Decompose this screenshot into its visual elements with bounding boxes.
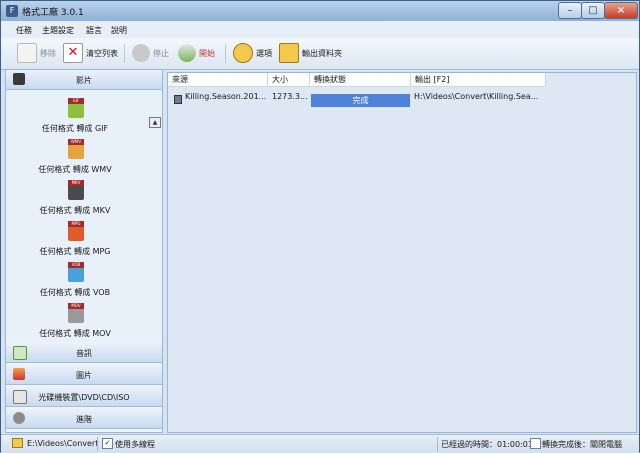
format-label: 任何格式 轉成 WMV [38,165,112,174]
scroll-up-icon[interactable]: ▲ [149,117,161,128]
stop-button[interactable]: 停止 [132,42,169,64]
after-convert-checkbox[interactable] [530,438,541,449]
toolbar-separator [124,44,125,63]
format-item-vob[interactable]: VOB 任何格式 轉成 VOB [6,262,144,300]
category-advanced-header[interactable]: 進階 [6,409,162,429]
format-item-mov[interactable]: MOV 任何格式 轉成 MOV [6,303,144,341]
category-dvd-header[interactable]: 光碟機裝置\DVD\CD\ISO [6,387,162,407]
status-bar: E:\Videos\Convert ✓ 使用多線程 已經過的時間：01:00:0… [1,434,639,453]
output-path[interactable]: E:\Videos\Convert [27,439,98,448]
format-label: 任何格式 轉成 VOB [39,288,111,297]
stop-icon [132,44,150,62]
clear-list-button[interactable]: ✕ 清空列表 [63,42,118,64]
folder-icon [12,438,23,448]
after-convert-label: 轉換完成後：關閉電腦 [542,440,622,449]
column-header-source[interactable]: 來源 [168,73,268,87]
close-button[interactable]: × [604,2,638,19]
start-button[interactable]: 開始 [178,42,215,64]
toolbar-separator [225,44,226,63]
menu-task[interactable]: 任務 [16,25,32,36]
elapsed-time: 已經過的時間：01:00:01 [441,440,533,449]
column-header-output[interactable]: 輸出 [F2] [411,73,546,87]
window-title: 格式工廠 3.0.1 [22,8,84,18]
format-item-gif[interactable]: GIF 任何格式 轉成 GIF [6,98,144,136]
multithread-checkbox[interactable]: ✓ [102,438,113,449]
category-sidebar: 影片 GIF 任何格式 轉成 GIF WMV 任何格式 轉成 WMV MKV 任… [5,69,163,433]
menu-theme[interactable]: 主題設定 [42,25,74,36]
menu-language[interactable]: 語言 [86,25,102,36]
output-folder-button[interactable]: 輸出資料夾 [279,42,342,64]
category-audio-header[interactable]: 音訊 [6,343,162,363]
gif-format-icon: GIF [68,98,84,118]
format-label: 任何格式 轉成 MOV [39,329,111,338]
minimize-button[interactable]: – [558,2,582,19]
mkv-format-icon: MKV [68,180,84,200]
format-label: 任何格式 轉成 GIF [41,124,109,133]
column-header-status[interactable]: 轉換狀態 [310,73,411,87]
app-icon: F [6,5,18,17]
title-bar: F 格式工廠 3.0.1 – □ × [1,1,639,21]
vob-format-icon: VOB [68,262,84,282]
row-size: 1273.3... [272,92,308,101]
start-icon [178,44,196,62]
wmv-format-icon: WMV [68,139,84,159]
category-image-header[interactable]: 圖片 [6,365,162,385]
toolbar: 移除 ✕ 清空列表 停止 開始 選項 輸出資料夾 [1,38,639,70]
video-format-list: GIF 任何格式 轉成 GIF WMV 任何格式 轉成 WMV MKV 任何格式… [6,90,162,342]
row-source: Killing.Season.201... [185,92,267,101]
row-status: 完成 [352,96,369,105]
status-separator [97,437,98,451]
format-item-wmv[interactable]: WMV 任何格式 轉成 WMV [6,139,144,177]
maximize-button[interactable]: □ [581,2,605,19]
mpg-format-icon: MPG [68,221,84,241]
status-separator [437,437,438,451]
column-header-size[interactable]: 大小 [268,73,310,87]
mov-format-icon: MOV [68,303,84,323]
clear-list-icon: ✕ [63,43,83,63]
remove-button[interactable]: 移除 [17,42,56,64]
multithread-label: 使用多線程 [115,440,155,449]
menu-help[interactable]: 說明 [111,25,127,36]
format-item-mkv[interactable]: MKV 任何格式 轉成 MKV [6,180,144,218]
remove-icon [17,43,37,63]
format-scrollbar[interactable]: ▲ ▼ [148,117,161,342]
category-video-header[interactable]: 影片 [6,70,162,90]
format-label: 任何格式 轉成 MKV [39,206,111,215]
video-file-icon [174,95,182,104]
row-output: H:\Videos\Convert\Killing.Sea... [414,92,539,101]
folder-icon [279,43,299,63]
menu-bar: 任務 主題設定 語言 說明 [1,21,639,38]
app-window: F 格式工廠 3.0.1 – □ × 任務 主題設定 語言 說明 移除 ✕ 清空… [0,0,640,453]
options-button[interactable]: 選項 [233,42,272,64]
format-label: 任何格式 轉成 MPG [39,247,111,256]
options-icon [233,43,253,63]
task-list: 來源 大小 轉換狀態 輸出 [F2] Killing.Season.201...… [167,72,637,433]
format-item-mpg[interactable]: MPG 任何格式 轉成 MPG [6,221,144,259]
